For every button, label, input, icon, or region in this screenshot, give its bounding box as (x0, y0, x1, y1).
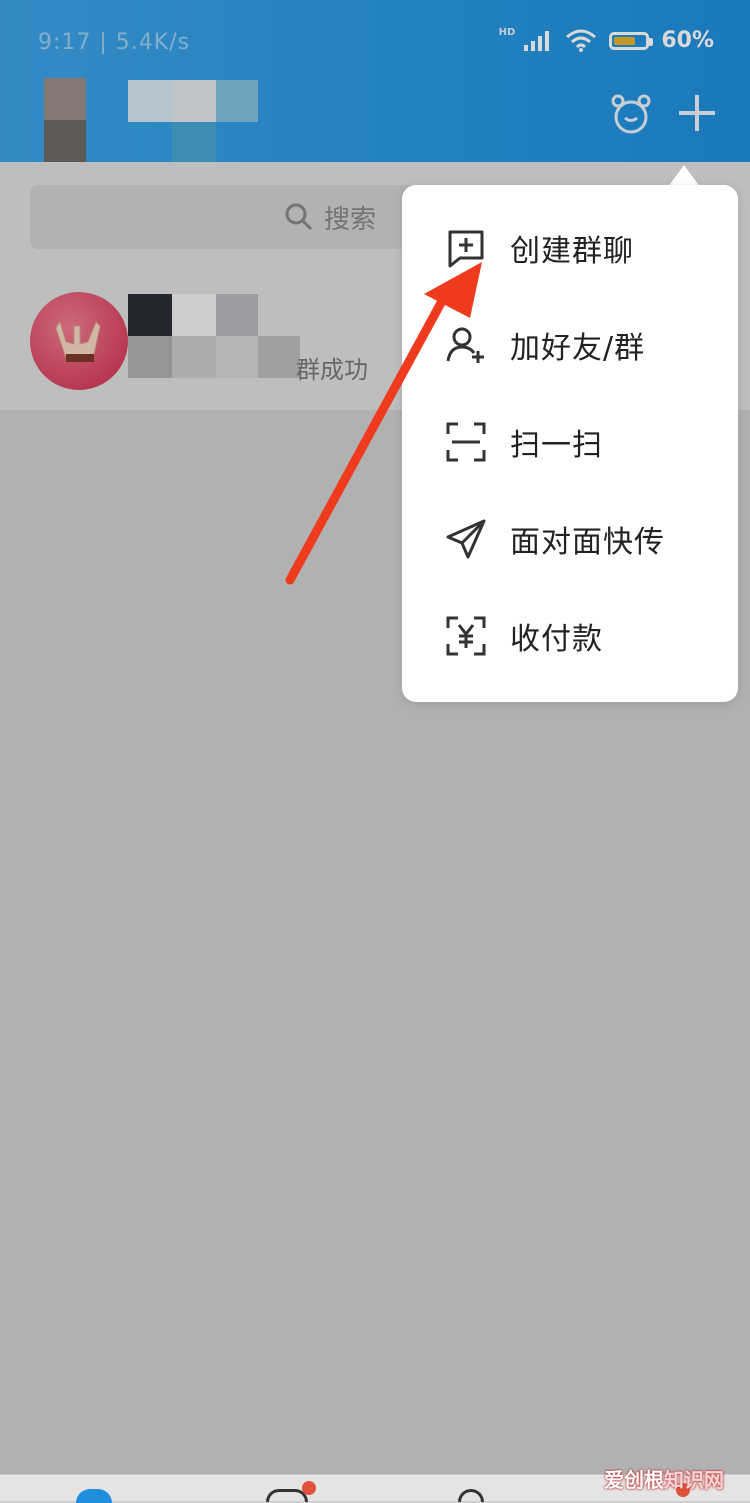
menu-label-create-group: 创建群聊 (510, 233, 634, 269)
scan-icon (446, 422, 486, 461)
watermark-accent: 知识网 (664, 1468, 724, 1492)
wifi-icon (566, 29, 597, 52)
add-friend-icon (446, 327, 484, 363)
menu-item-face-to-face[interactable]: 面对面快传 (402, 490, 738, 587)
battery-fill (614, 36, 635, 45)
signal-icon (524, 30, 550, 51)
nav-tab-messages[interactable] (76, 1489, 112, 1503)
menu-caret (668, 165, 700, 187)
status-icons: HD 60% (498, 27, 714, 53)
battery-percent: 60% (661, 28, 714, 53)
watermark: 爱创根知识网 (604, 1464, 724, 1493)
search-placeholder: 搜索 (323, 204, 376, 235)
hand-gesture-icon (55, 320, 101, 362)
chat-avatar[interactable] (30, 292, 128, 390)
chat-plus-icon (448, 230, 484, 267)
alarm-clock-icon[interactable] (606, 90, 656, 140)
search-icon (285, 203, 313, 231)
nav-tab-discover[interactable] (458, 1489, 484, 1502)
watermark-main: 爱创根 (604, 1468, 664, 1492)
payment-icon (446, 616, 486, 655)
battery-icon (609, 31, 654, 50)
menu-item-payment[interactable]: 收付款 (402, 587, 738, 684)
menu-label-scan: 扫一扫 (510, 427, 603, 463)
status-bar: 9:17 | 5.4K/s HD 60% (0, 0, 750, 80)
chat-preview: 群成功 (296, 356, 368, 384)
menu-item-create-group[interactable]: 创建群聊 (402, 199, 738, 296)
menu-label-payment: 收付款 (510, 621, 603, 657)
notification-badge (302, 1481, 316, 1495)
menu-label-face-to-face: 面对面快传 (510, 524, 665, 560)
plus-icon[interactable] (674, 90, 720, 136)
status-time: 9:17 | 5.4K/s (38, 30, 191, 55)
menu-label-add-friend: 加好友/群 (510, 330, 646, 366)
chat-name (128, 294, 300, 380)
network-type-label: HD (498, 27, 516, 38)
menu-item-add-friend[interactable]: 加好友/群 (402, 296, 738, 393)
plus-dropdown-menu: 创建群聊 加好友/群 扫一扫 面对面快传 收付款 (402, 185, 738, 702)
paper-plane-icon (446, 519, 486, 558)
menu-item-scan[interactable]: 扫一扫 (402, 393, 738, 490)
app-header: 9:17 | 5.4K/s HD 60% (0, 0, 750, 162)
